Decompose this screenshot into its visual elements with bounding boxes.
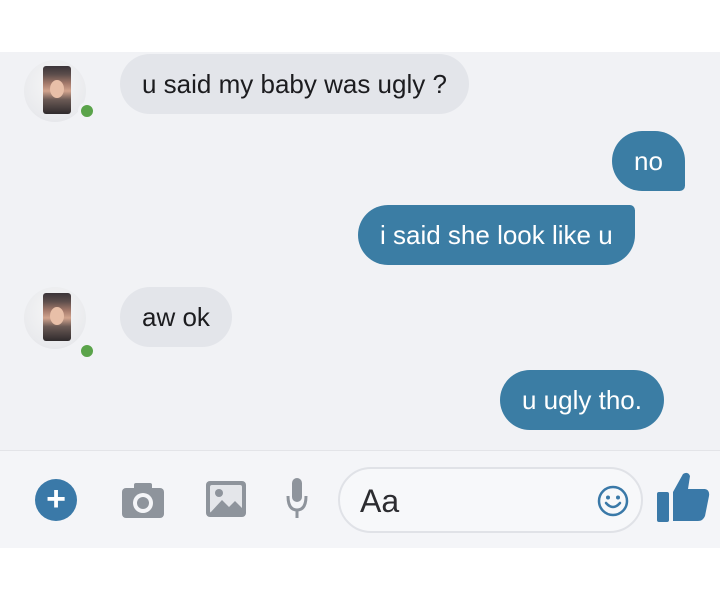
camera-icon[interactable] [120,480,166,520]
plus-icon[interactable]: + [35,479,77,521]
contact-photo [43,293,71,341]
contact-avatar[interactable] [24,287,86,349]
message-outgoing[interactable]: i said she look like u [358,205,635,265]
message-input-placeholder: Aa [360,483,400,519]
message-outgoing[interactable]: u ugly tho. [500,370,664,430]
message-outgoing[interactable]: no [612,131,685,191]
message-incoming[interactable]: aw ok [120,287,232,347]
contact-photo [43,66,71,114]
emoji-icon[interactable] [597,485,629,517]
message-input[interactable]: Aa [338,467,643,533]
message-incoming[interactable]: u said my baby was ugly ? [120,54,469,114]
online-status-indicator [78,102,96,120]
image-icon[interactable] [205,480,247,518]
microphone-icon[interactable] [286,476,308,522]
contact-avatar[interactable] [24,60,86,122]
thumbs-up-icon[interactable] [655,470,711,524]
online-status-indicator [78,342,96,360]
conversation-view[interactable]: u said my baby was ugly ? no i said she … [0,52,720,450]
